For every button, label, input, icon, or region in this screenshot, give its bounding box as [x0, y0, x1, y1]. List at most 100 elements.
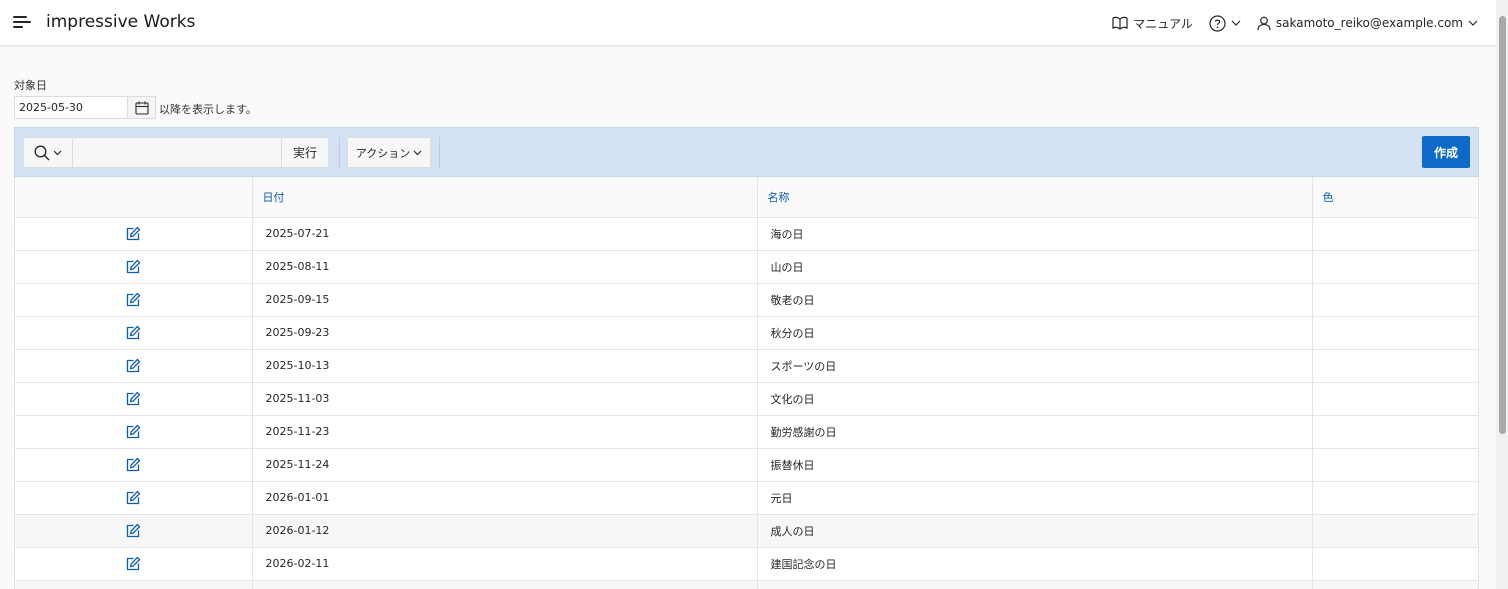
edit-cell — [15, 249, 253, 283]
search-icon — [34, 145, 50, 160]
color-cell — [1312, 282, 1478, 316]
edit-icon[interactable] — [125, 391, 141, 407]
actions-label: アクション — [355, 146, 411, 160]
table-row: 2026-01-12 成人の日 — [15, 513, 1478, 547]
color-cell — [1312, 513, 1478, 547]
calendar-icon — [134, 101, 149, 115]
search-group: 実行 — [23, 137, 329, 168]
edit-icon[interactable] — [125, 259, 141, 275]
date-cell — [252, 579, 758, 589]
table-row: 2025-11-03 文化の日 — [15, 381, 1478, 415]
table-body: 2025-07-21 海の日 2025-08-11 山の日 2025-09-15 敬老の日… — [15, 216, 1478, 589]
name-cell: 元日 — [757, 480, 1313, 514]
toolbar-divider — [439, 137, 440, 168]
column-header-name[interactable]: 名称 — [757, 177, 1313, 217]
edit-cell — [15, 216, 253, 250]
name-cell — [757, 579, 1313, 589]
date-cell: 2025-11-03 — [252, 381, 758, 415]
edit-cell — [15, 579, 253, 589]
date-cell: 2025-09-23 — [252, 315, 758, 349]
edit-icon[interactable] — [125, 292, 141, 308]
manual-link[interactable]: マニュアル — [1112, 15, 1193, 32]
edit-icon[interactable] — [125, 325, 141, 341]
date-cell: 2026-01-01 — [252, 480, 758, 514]
date-cell: 2025-07-21 — [252, 216, 758, 250]
app-title[interactable]: impressive Works — [46, 12, 195, 32]
edit-icon[interactable] — [125, 358, 141, 374]
chevron-down-icon — [413, 150, 422, 155]
table-row: 2025-09-15 敬老の日 — [15, 282, 1478, 316]
user-menu[interactable]: sakamoto_reiko@example.com — [1257, 16, 1478, 31]
color-cell — [1312, 447, 1478, 481]
search-column-button[interactable] — [23, 137, 73, 168]
color-cell — [1312, 348, 1478, 382]
name-cell: 敬老の日 — [757, 282, 1313, 316]
edit-cell — [15, 381, 253, 415]
user-icon — [1257, 16, 1271, 30]
page-scrollbar[interactable] — [1496, 0, 1508, 589]
edit-cell — [15, 348, 253, 382]
name-cell: 建国記念の日 — [757, 546, 1313, 580]
name-cell: 文化の日 — [757, 381, 1313, 415]
filter-date-input[interactable]: 2025-05-30 — [14, 96, 128, 119]
report-toolbar: 実行 アクション 作成 — [14, 127, 1479, 177]
actions-button[interactable]: アクション — [347, 137, 431, 168]
table-row: 2025-10-13 スポーツの日 — [15, 348, 1478, 382]
user-name: sakamoto_reiko@example.com — [1275, 16, 1463, 30]
table-row: 2025-11-24 振替休日 — [15, 447, 1478, 481]
hamburger-icon[interactable] — [13, 16, 31, 30]
date-cell: 2026-01-12 — [252, 513, 758, 547]
filter-suffix-text: 以降を表示します。 — [159, 103, 257, 116]
filter-date-label: 対象日 — [14, 79, 47, 92]
nav-right: マニュアル sakamoto_reiko@example.com — [1112, 0, 1478, 46]
name-cell: 成人の日 — [757, 513, 1313, 547]
help-menu[interactable] — [1209, 14, 1241, 32]
chevron-down-icon — [1468, 20, 1478, 26]
column-header-date[interactable]: 日付 — [252, 177, 758, 217]
color-cell — [1312, 480, 1478, 514]
chevron-down-icon — [1231, 20, 1241, 26]
color-cell — [1312, 414, 1478, 448]
go-button[interactable]: 実行 — [282, 137, 329, 168]
toolbar-divider — [339, 137, 340, 168]
name-cell: 振替休日 — [757, 447, 1313, 481]
table-row: 2025-07-21 海の日 — [15, 216, 1478, 250]
table-header-row: 日付 名称 色 — [15, 177, 1478, 217]
search-input[interactable] — [73, 137, 282, 168]
edit-cell — [15, 546, 253, 580]
help-circle-icon — [1209, 14, 1226, 32]
edit-icon[interactable] — [125, 556, 141, 572]
edit-icon[interactable] — [125, 424, 141, 440]
edit-cell — [15, 282, 253, 316]
create-button[interactable]: 作成 — [1422, 136, 1470, 168]
edit-icon[interactable] — [125, 523, 141, 539]
table-row: 2025-08-11 山の日 — [15, 249, 1478, 283]
chevron-down-icon — [53, 150, 62, 155]
table-row: 2025-11-23 勤労感謝の日 — [15, 414, 1478, 448]
date-cell: 2026-02-11 — [252, 546, 758, 580]
report-table: 日付 名称 色 2025-07-21 海の日 2025-08-11 山の日 2025-0… — [14, 177, 1479, 589]
date-cell: 2025-11-24 — [252, 447, 758, 481]
edit-cell — [15, 414, 253, 448]
edit-icon[interactable] — [125, 490, 141, 506]
name-cell: 海の日 — [757, 216, 1313, 250]
table-row — [15, 579, 1478, 589]
edit-icon[interactable] — [125, 457, 141, 473]
date-cell: 2025-09-15 — [252, 282, 758, 316]
color-cell — [1312, 579, 1478, 589]
scrollbar-thumb[interactable] — [1499, 16, 1506, 434]
edit-cell — [15, 447, 253, 481]
book-icon — [1112, 16, 1128, 30]
color-cell — [1312, 249, 1478, 283]
column-header-edit — [15, 177, 253, 217]
date-cell: 2025-10-13 — [252, 348, 758, 382]
edit-icon[interactable] — [125, 226, 141, 242]
table-row: 2025-09-23 秋分の日 — [15, 315, 1478, 349]
column-header-color[interactable]: 色 — [1312, 177, 1478, 217]
color-cell — [1312, 381, 1478, 415]
calendar-button[interactable] — [128, 96, 156, 119]
color-cell — [1312, 315, 1478, 349]
date-cell: 2025-11-23 — [252, 414, 758, 448]
edit-cell — [15, 513, 253, 547]
date-cell: 2025-08-11 — [252, 249, 758, 283]
